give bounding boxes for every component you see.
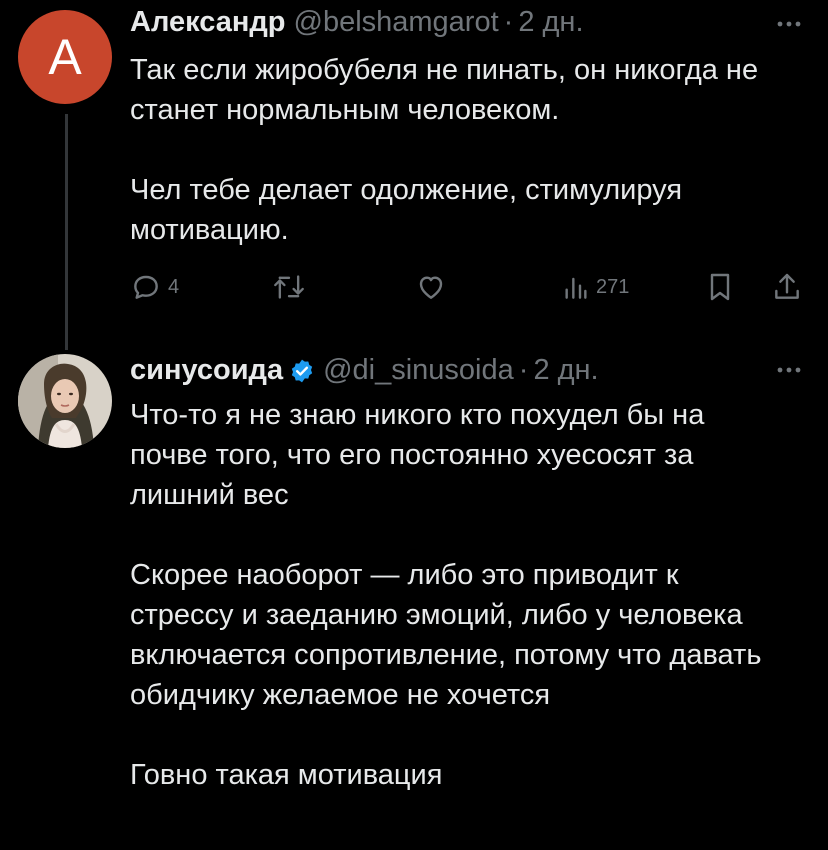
- author-handle[interactable]: @di_sinusoida: [323, 352, 514, 388]
- bookmark-button[interactable]: [706, 267, 734, 307]
- tweet-paragraph: Скорее наоборот — либо это приводит к ст…: [130, 559, 762, 711]
- tweet-time[interactable]: 2 дн.: [518, 4, 583, 40]
- tweet-paragraph: Что-то я не знаю никого кто похудел бы н…: [130, 399, 705, 511]
- tweet-header: синусоида @di_sinusoida · 2 дн.: [130, 352, 599, 388]
- reply-count: 4: [168, 275, 180, 298]
- tweet-header: Александр @belshamgarot · 2 дн.: [130, 4, 584, 40]
- tweet-text: Что-то я не знаю никого кто похудел бы н…: [130, 395, 780, 795]
- bookmark-icon: [706, 271, 734, 303]
- tweet-paragraph: Так если жиробубеля не пинать, он никогд…: [130, 54, 759, 126]
- reply-button[interactable]: 4: [130, 267, 179, 307]
- retweet-icon: [272, 271, 306, 303]
- thread-line: [65, 114, 68, 350]
- tweet-time[interactable]: 2 дн.: [533, 352, 598, 388]
- avatar-letter: A: [48, 29, 82, 85]
- like-button[interactable]: [415, 267, 447, 307]
- avatar[interactable]: A: [18, 10, 112, 104]
- avatar-photo: [18, 354, 112, 448]
- more-icon[interactable]: [774, 360, 804, 380]
- tweet-text: Так если жиробубеля не пинать, он никогд…: [130, 50, 810, 250]
- avatar[interactable]: [18, 354, 112, 448]
- views-button[interactable]: 271: [562, 267, 629, 307]
- tweet-2[interactable]: синусоида @di_sinusoida · 2 дн. Что-то я…: [0, 340, 828, 850]
- separator-dot: ·: [503, 6, 514, 38]
- retweet-button[interactable]: [272, 267, 306, 307]
- views-count: 271: [596, 275, 630, 298]
- tweet-1[interactable]: A Александр @belshamgarot · 2 дн. Так ес…: [0, 0, 828, 350]
- tweet-paragraph: Говно такая мотивация: [130, 759, 443, 791]
- reply-icon: [130, 271, 162, 303]
- author-name[interactable]: Александр: [130, 4, 286, 40]
- share-button[interactable]: [772, 267, 802, 307]
- views-icon: [562, 271, 590, 303]
- author-handle[interactable]: @belshamgarot: [294, 4, 499, 40]
- tweet-paragraph: Чел тебе делает одолжение, стимулируя мо…: [130, 174, 683, 246]
- more-icon[interactable]: [774, 14, 804, 34]
- share-icon: [772, 271, 802, 303]
- verified-badge-icon[interactable]: [289, 357, 315, 383]
- author-name[interactable]: синусоида: [130, 352, 283, 388]
- tweet-actions: 4 271: [130, 267, 810, 307]
- like-icon: [415, 271, 447, 303]
- separator-dot: ·: [518, 354, 529, 386]
